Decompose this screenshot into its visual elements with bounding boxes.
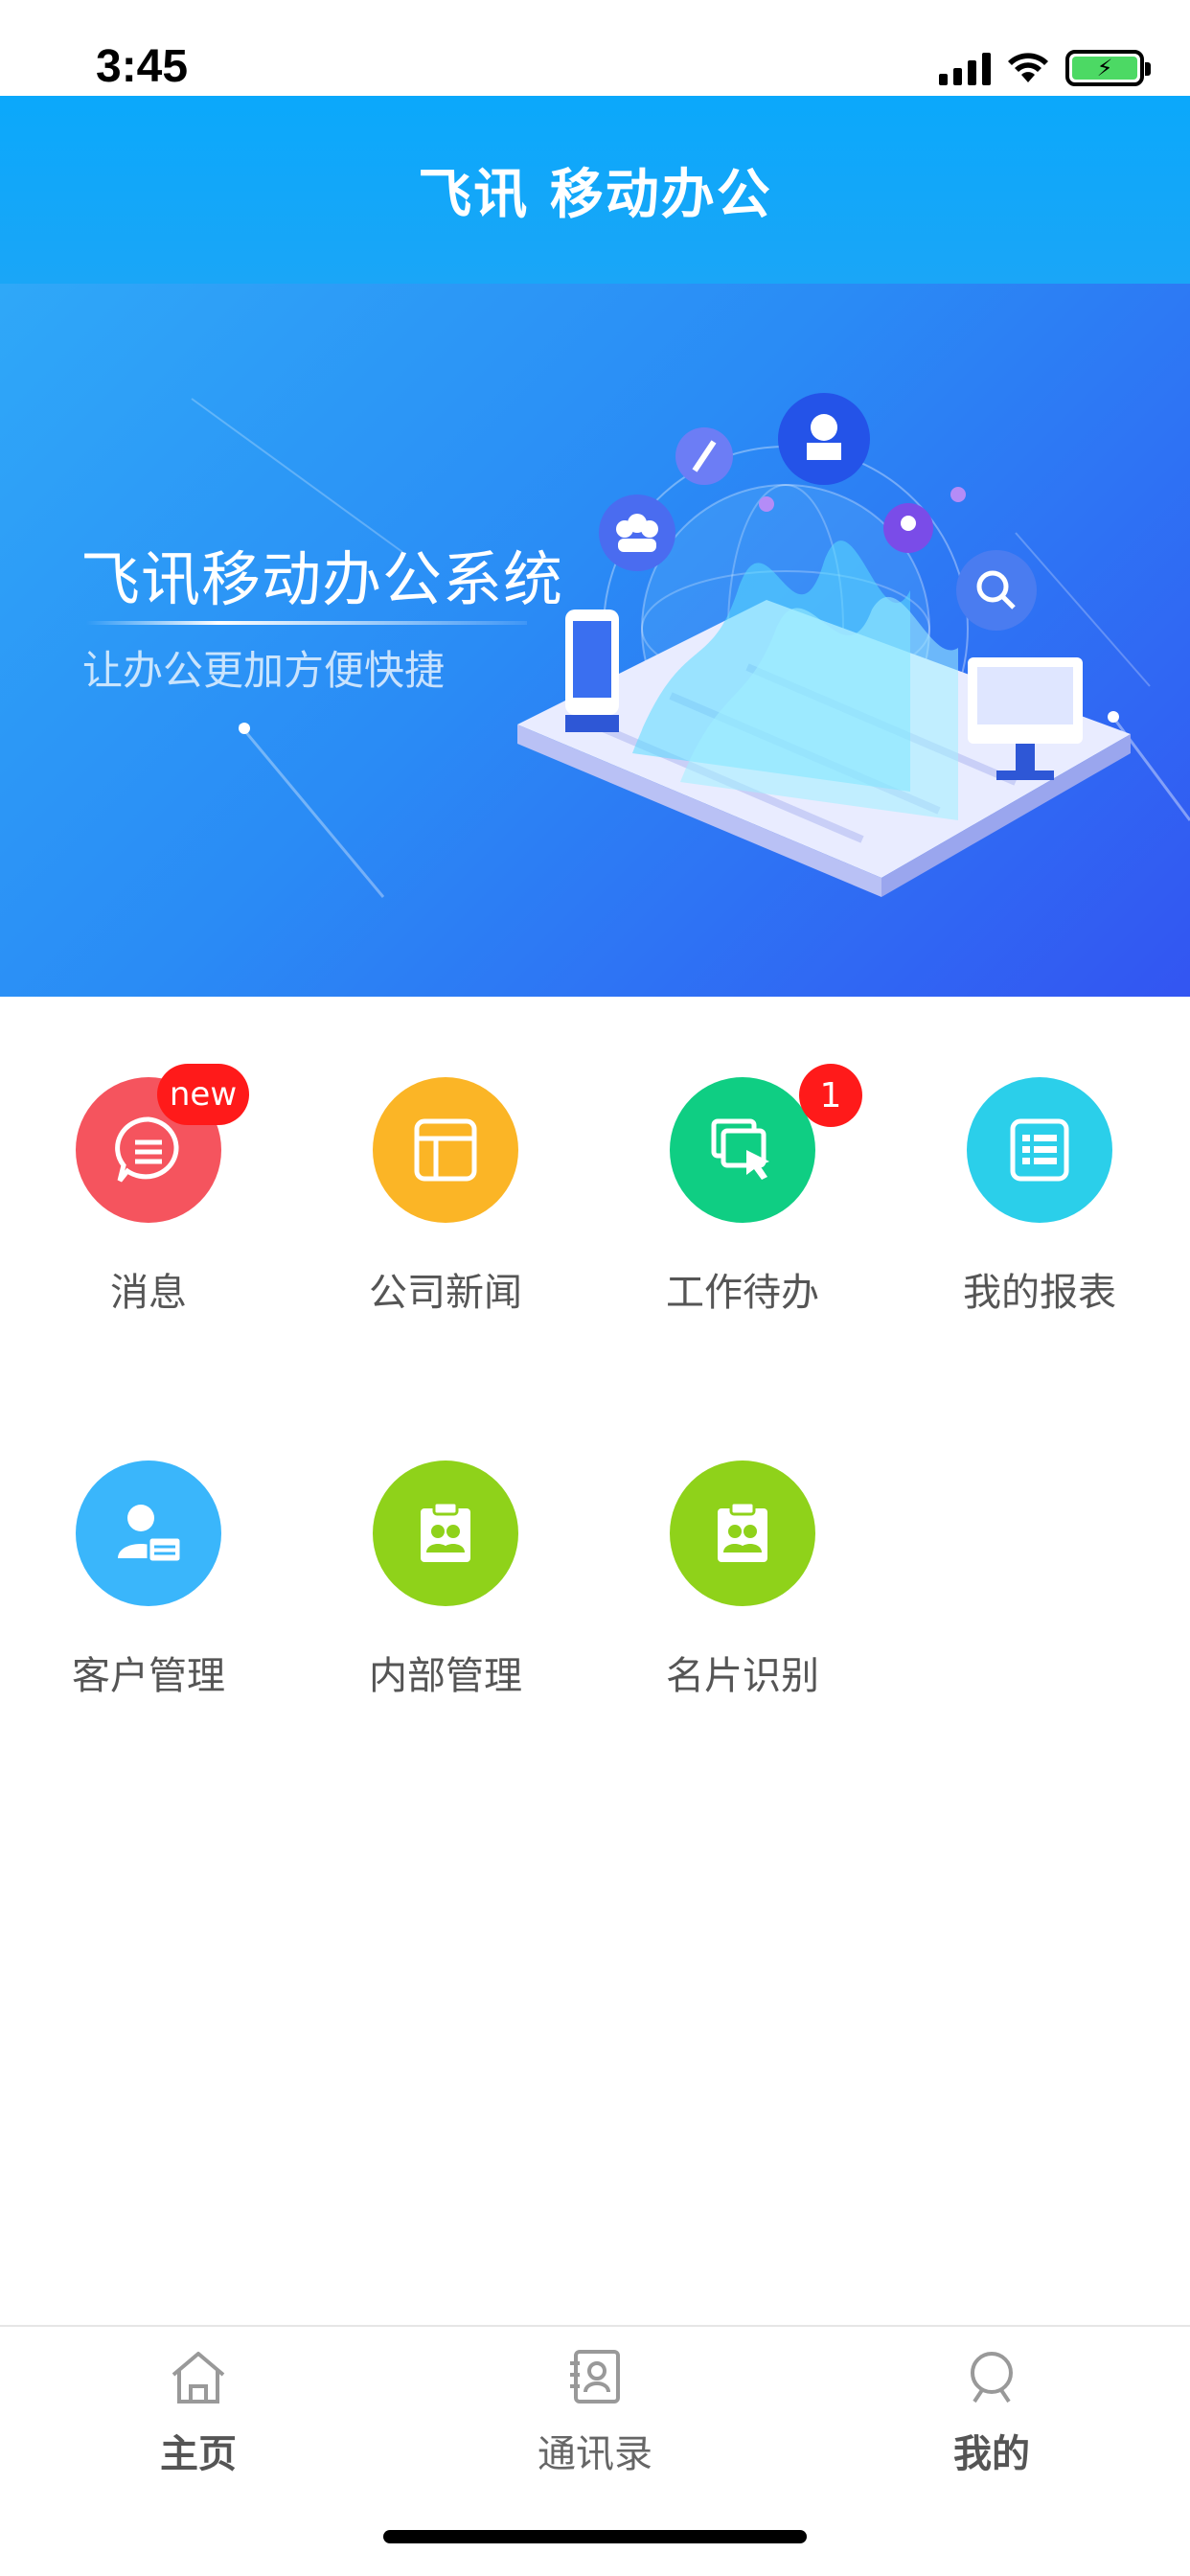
banner-illustration bbox=[517, 393, 1131, 897]
news-layout-icon bbox=[373, 1077, 518, 1223]
tab-label: 我的 bbox=[953, 2432, 1030, 2476]
tab-label: 通讯录 bbox=[538, 2432, 652, 2476]
wifi-icon bbox=[1008, 53, 1048, 82]
grid-item-label: 工作待办 bbox=[666, 1271, 819, 1315]
grid-item-company-news[interactable]: 公司新闻 bbox=[297, 1035, 594, 1322]
profile-icon bbox=[971, 2352, 1013, 2404]
home-icon bbox=[172, 2352, 225, 2404]
tab-home[interactable]: 主页 bbox=[0, 2327, 397, 2499]
report-list-icon bbox=[967, 1077, 1112, 1223]
home-indicator bbox=[383, 2530, 807, 2543]
app-header: 飞讯 移动办公 bbox=[0, 96, 1190, 284]
tab-label: 主页 bbox=[160, 2432, 237, 2476]
grid-item-label: 名片识别 bbox=[666, 1654, 819, 1698]
status-bar: 3:45 ⚡ bbox=[0, 0, 1190, 96]
new-badge: new bbox=[157, 1064, 249, 1125]
card-scan-clipboard-icon bbox=[670, 1460, 815, 1606]
grid-item-customer-management[interactable]: 客户管理 bbox=[0, 1418, 297, 1706]
grid-item-label: 内部管理 bbox=[369, 1654, 522, 1698]
grid-item-card-recognition[interactable]: 名片识别 bbox=[594, 1418, 891, 1706]
grid-item-label: 消息 bbox=[110, 1271, 187, 1315]
grid-item-messages[interactable]: new 消息 bbox=[0, 1035, 297, 1322]
status-icons: ⚡ bbox=[939, 50, 1151, 86]
banner[interactable]: 飞讯移动办公系统 让办公更加方便快捷 bbox=[0, 284, 1190, 997]
status-time: 3:45 bbox=[96, 41, 189, 92]
grid-item-label: 公司新闻 bbox=[369, 1271, 522, 1315]
contacts-book-icon bbox=[570, 2350, 620, 2404]
page-title: 飞讯 移动办公 bbox=[418, 163, 772, 226]
customer-card-icon bbox=[76, 1460, 221, 1606]
grid-item-internal-management[interactable]: 内部管理 bbox=[297, 1418, 594, 1706]
tab-contacts[interactable]: 通讯录 bbox=[397, 2327, 793, 2499]
grid-item-my-reports[interactable]: 我的报表 bbox=[891, 1035, 1188, 1322]
task-cursor-icon bbox=[670, 1077, 815, 1223]
contacts-clipboard-icon bbox=[373, 1460, 518, 1606]
banner-subtitle: 让办公更加方便快捷 bbox=[82, 647, 446, 694]
grid-item-label: 客户管理 bbox=[72, 1654, 225, 1698]
grid-item-work-todo[interactable]: 1 工作待办 bbox=[594, 1035, 891, 1322]
grid-item-label: 我的报表 bbox=[963, 1271, 1116, 1315]
signal-icon bbox=[939, 51, 991, 85]
count-badge: 1 bbox=[799, 1064, 862, 1127]
tab-mine[interactable]: 我的 bbox=[793, 2327, 1190, 2499]
battery-charging-icon: ⚡ bbox=[1065, 50, 1151, 86]
